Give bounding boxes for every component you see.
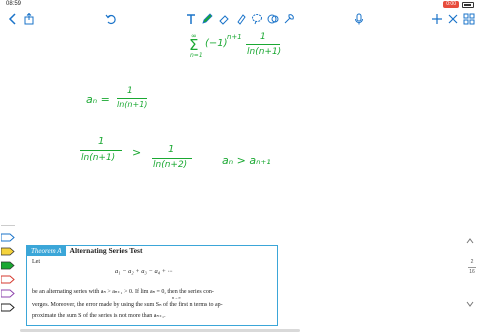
theorem-tag: Theorem A — [27, 246, 66, 256]
pen-purple-icon[interactable] — [1, 289, 15, 298]
series-lower-bound: n=1 — [190, 52, 203, 59]
pen-tool-icon[interactable] — [200, 12, 214, 26]
pen-palette — [0, 222, 17, 314]
an-definition-lhs: aₙ = — [86, 93, 110, 106]
battery-icon — [462, 1, 474, 8]
pen-blue-icon[interactable] — [1, 233, 15, 242]
page-indicator: 2 16 — [468, 258, 476, 277]
compare-right-denominator: ln(n+2) — [153, 160, 188, 170]
lasso-icon[interactable] — [250, 12, 264, 26]
series-sign: (−1) — [205, 38, 228, 49]
page-total: 16 — [469, 269, 475, 275]
compare-left-bar — [80, 150, 122, 151]
close-icon[interactable] — [446, 12, 460, 26]
highlighter-icon[interactable] — [234, 12, 248, 26]
compare-left-denominator: ln(n+1) — [81, 153, 116, 163]
theorem-let: Let — [32, 259, 40, 265]
page-current: 2 — [470, 259, 474, 265]
compare-result: aₙ > aₙ₊₁ — [222, 154, 271, 167]
status-time: 08:59 — [6, 1, 22, 7]
compare-right-numerator: 1 — [168, 144, 175, 155]
status-bar: 08:59 0:00 — [0, 0, 480, 10]
compare-greater-than: > — [132, 146, 142, 159]
shapes-icon[interactable] — [266, 12, 280, 26]
compare-right-bar — [152, 158, 192, 159]
pen-yellow-icon[interactable] — [1, 247, 15, 256]
undo-icon[interactable] — [104, 12, 118, 26]
status-right: 0:00 — [443, 1, 474, 8]
theorem-limit-subscript: n→∞ — [172, 295, 181, 300]
share-icon[interactable] — [22, 12, 36, 26]
series-denominator: ln(n+1) — [247, 47, 282, 57]
microphone-icon[interactable] — [352, 12, 366, 26]
page-up-icon[interactable] — [466, 238, 474, 244]
theorem-series: a₁ − a₂ + a₃ − a₄ + ··· — [115, 268, 173, 275]
an-denominator: ln(n+1) — [117, 100, 148, 109]
theorem-header: Theorem A Alternating Series Test — [27, 246, 277, 256]
eraser-icon[interactable] — [217, 12, 231, 26]
page-down-icon[interactable] — [466, 301, 474, 307]
back-icon[interactable] — [6, 12, 20, 26]
home-indicator — [20, 329, 300, 332]
text-tool-icon[interactable] — [184, 12, 198, 26]
pen-green-icon[interactable] — [1, 261, 15, 270]
theorem-line-2: verges. Moreover, the error made by usin… — [32, 302, 223, 308]
add-page-icon[interactable] — [430, 12, 444, 26]
an-fraction-bar — [117, 98, 147, 99]
theorem-title: Alternating Series Test — [69, 246, 143, 255]
series-numerator: 1 — [260, 32, 266, 42]
recording-indicator: 0:00 — [443, 1, 459, 8]
theorem-box: Theorem A Alternating Series Test Let a₁… — [26, 245, 278, 326]
pen-black-icon[interactable] — [1, 303, 15, 312]
an-numerator: 1 — [127, 86, 133, 96]
theorem-line-1: be an alternating series with aₙ > aₙ₊₁ … — [32, 289, 214, 295]
compare-left-numerator: 1 — [98, 136, 105, 147]
grid-icon[interactable] — [462, 12, 476, 26]
series-exponent: n+1 — [227, 33, 242, 41]
pen-red-icon[interactable] — [1, 275, 15, 284]
series-fraction-bar — [246, 44, 280, 45]
theorem-line-3: proximate the sum S of the series is not… — [32, 313, 166, 319]
toolbar — [0, 10, 480, 28]
more-tools-icon[interactable] — [282, 12, 296, 26]
